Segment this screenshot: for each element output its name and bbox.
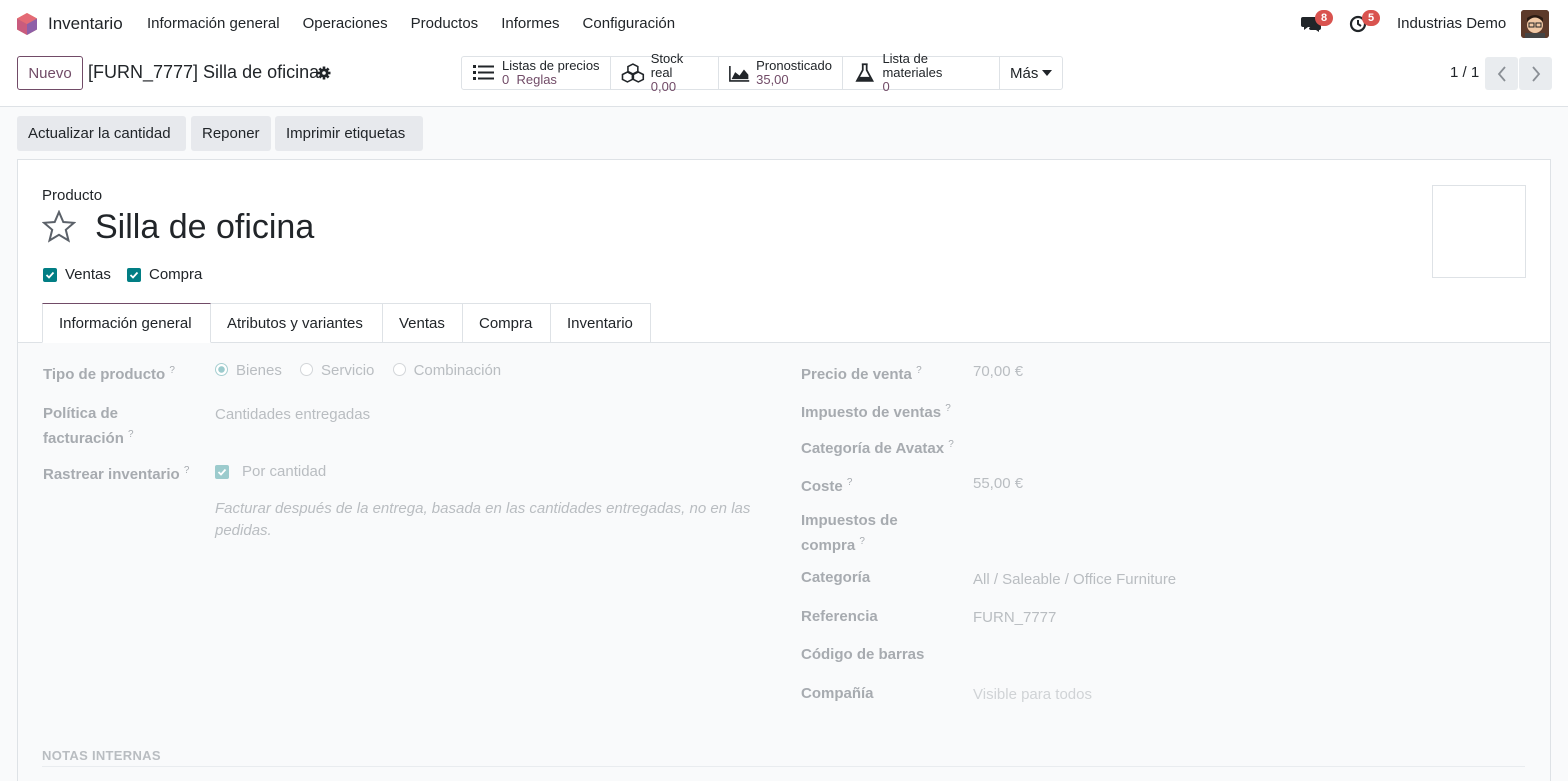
cost-label: Coste ? (801, 477, 853, 495)
gear-icon[interactable] (317, 66, 331, 80)
radio-service[interactable]: Servicio (300, 362, 374, 379)
pager-next-button[interactable] (1519, 57, 1552, 90)
tab-general[interactable]: Información general (42, 303, 211, 343)
flask-icon (855, 63, 875, 82)
forecast-label: Pronosticado (756, 58, 832, 73)
sale-price-label: Precio de venta ? (801, 365, 922, 383)
checkbox-checked-icon[interactable] (127, 267, 141, 282)
pricelists-label: Listas de precios (502, 58, 600, 73)
cubes-icon (621, 63, 645, 83)
update-quantity-button[interactable]: Actualizar la cantidad (17, 116, 186, 151)
new-button[interactable]: Nuevo (17, 56, 83, 90)
pager-value[interactable]: 1 / 1 (1450, 64, 1479, 81)
tab-inventory[interactable]: Inventario (551, 303, 651, 343)
sale-tax-label: Impuesto de ventas ? (801, 403, 951, 421)
checkbox-checked-icon[interactable] (43, 267, 57, 282)
menu-item-productos[interactable]: Productos (411, 15, 479, 32)
replenish-button[interactable]: Reponer (191, 116, 271, 151)
company-label: Compañía (801, 685, 874, 702)
sale-ok-checkbox[interactable]: Ventas (43, 266, 111, 283)
caret-down-icon (1042, 70, 1053, 76)
tab-purchase[interactable]: Compra (463, 303, 551, 343)
area-chart-icon (729, 65, 750, 82)
forecast-value: 35,00 (756, 72, 789, 87)
product-image-placeholder[interactable] (1432, 185, 1526, 278)
purchase-ok-checkbox[interactable]: Compra (127, 266, 202, 283)
more-label: Más (1010, 64, 1039, 82)
more-button[interactable]: Más (1000, 57, 1062, 89)
purchase-ok-label: Compra (149, 266, 203, 283)
tab-sales[interactable]: Ventas (383, 303, 463, 343)
reference-value[interactable]: FURN_7777 (973, 609, 1056, 626)
sale-ok-label: Ventas (65, 266, 111, 283)
pricelists-value: 0 Reglas (502, 72, 557, 87)
cost-value[interactable]: 55,00 € (973, 475, 1023, 492)
track-inventory-label: Rastrear inventario ? (43, 465, 190, 483)
smart-button-pricelists[interactable]: Listas de precios 0 Reglas (462, 57, 611, 89)
notebook-tabs: Información general Atributos y variante… (42, 303, 651, 343)
product-type-label: Tipo de producto ? (43, 365, 175, 383)
bom-label: Lista de materiales (882, 51, 943, 80)
main-menu: Información general Operaciones Producto… (147, 15, 698, 32)
track-inventory-field[interactable]: Por cantidad (215, 463, 326, 480)
product-type-radio[interactable]: Bienes Servicio Combinación (215, 362, 501, 379)
app-name[interactable]: Inventario (48, 14, 123, 34)
menu-item-configuracion[interactable]: Configuración (583, 15, 676, 32)
menu-item-general[interactable]: Información general (147, 15, 280, 32)
reference-label: Referencia (801, 608, 878, 625)
invoice-policy-note: Facturar después de la entrega, basada e… (215, 500, 751, 539)
list-icon (473, 65, 494, 80)
radio-combo[interactable]: Combinación (392, 362, 501, 379)
print-labels-button[interactable]: Imprimir etiquetas (275, 116, 423, 151)
chevron-right-icon (1531, 65, 1540, 82)
tab-attributes[interactable]: Atributos y variantes (211, 303, 383, 343)
radio-goods[interactable]: Bienes (215, 362, 282, 379)
category-label: Categoría (801, 569, 871, 586)
checkbox-checked-icon[interactable] (215, 464, 229, 479)
breadcrumb: [FURN_7777] Silla de oficina (88, 62, 320, 82)
smart-button-forecast[interactable]: Pronosticado 35,00 (719, 57, 843, 89)
product-name[interactable]: Silla de oficina (95, 208, 314, 247)
messages-badge: 8 (1315, 10, 1333, 26)
smart-button-bom[interactable]: Lista de materiales 0 (843, 52, 1000, 94)
stock-value: 0,00 (650, 79, 677, 94)
sale-price-value[interactable]: 70,00 € (973, 363, 1023, 380)
barcode-label: Código de barras (801, 646, 925, 663)
menu-item-operaciones[interactable]: Operaciones (303, 15, 388, 32)
chevron-left-icon (1497, 65, 1506, 82)
company-value[interactable]: Visible para todos (973, 686, 1092, 703)
stock-label: Stock real (650, 51, 684, 80)
smart-buttons: Listas de precios 0 Reglas Stock real 0,… (461, 52, 1064, 94)
smart-button-stock[interactable]: Stock real 0,00 (611, 52, 719, 94)
purchase-tax-label: Impuestos de compra ? (801, 512, 898, 554)
menu-item-informes[interactable]: Informes (501, 15, 559, 32)
user-avatar[interactable] (1521, 10, 1549, 38)
internal-notes-header: NOTAS INTERNAS (42, 748, 161, 763)
internal-notes-divider (42, 766, 1525, 767)
invoice-policy-label: Política de facturación ? (43, 405, 134, 447)
activities-badge: 5 (1362, 10, 1380, 26)
company-switcher[interactable]: Industrias Demo (1397, 15, 1506, 32)
avatax-category-label: Categoría de Avatax ? (801, 439, 954, 457)
track-inventory-value: Por cantidad (242, 463, 327, 480)
pager-previous-button[interactable] (1485, 57, 1518, 90)
product-label: Producto (42, 187, 103, 204)
bom-value: 0 (882, 79, 890, 94)
top-navbar: Inventario Información general Operacion… (0, 0, 1568, 48)
invoice-policy-value[interactable]: Cantidades entregadas (215, 406, 370, 423)
category-value[interactable]: All / Saleable / Office Furniture (973, 571, 1176, 588)
star-icon[interactable] (42, 210, 76, 244)
inventory-app-logo-icon[interactable] (16, 12, 38, 36)
